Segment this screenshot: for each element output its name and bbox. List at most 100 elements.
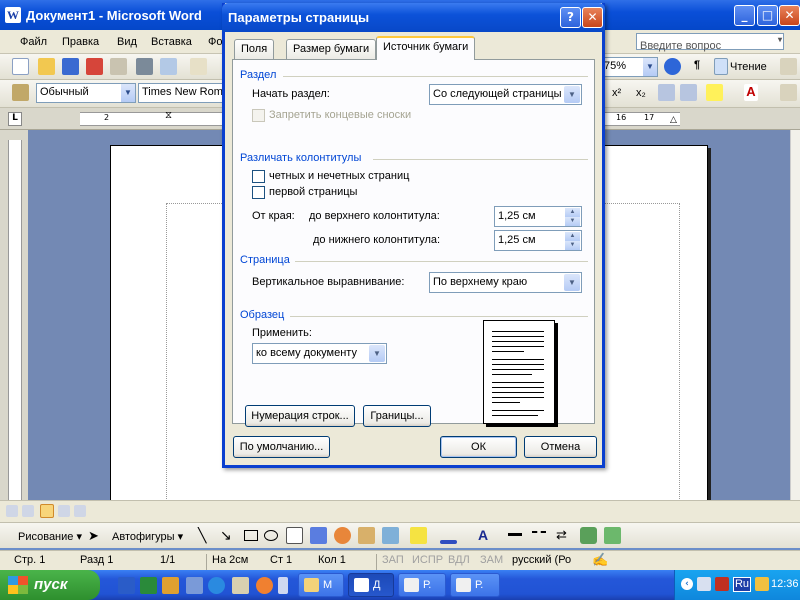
reading-mode-button[interactable]: Чтение xyxy=(730,61,767,73)
save-icon[interactable] xyxy=(62,58,79,75)
status-track[interactable]: ИСПР xyxy=(412,554,443,566)
arrow-style-icon[interactable]: ⇄ xyxy=(556,527,567,543)
tab-layout[interactable]: Источник бумаги xyxy=(376,36,476,60)
style-select[interactable]: Обычный ▼ xyxy=(36,83,136,103)
highlight-icon[interactable] xyxy=(706,84,723,101)
borders-button[interactable]: Границы... xyxy=(363,405,431,427)
spin-up-icon[interactable]: ▲ xyxy=(565,232,580,241)
app-quicklaunch-icon[interactable] xyxy=(162,577,179,594)
indent-marker-icon[interactable]: ⧖ xyxy=(165,110,172,121)
footer-distance-spinner[interactable]: 1,25 см ▲ ▼ xyxy=(494,230,582,251)
cancel-button[interactable]: Отмена xyxy=(524,436,597,458)
permission-icon[interactable] xyxy=(86,58,103,75)
spin-up-icon[interactable]: ▲ xyxy=(565,208,580,217)
web-view-icon[interactable] xyxy=(22,505,34,517)
print-icon[interactable] xyxy=(136,58,153,75)
dash-style-icon[interactable] xyxy=(532,531,546,539)
subscript-icon[interactable]: x₂ xyxy=(636,87,646,99)
line-color-icon[interactable] xyxy=(440,540,457,544)
3d-style-icon[interactable] xyxy=(604,527,621,544)
line-icon[interactable]: ╲ xyxy=(198,527,206,544)
shadow-style-icon[interactable] xyxy=(580,527,597,544)
show-desktop-icon[interactable] xyxy=(232,577,249,594)
start-button[interactable]: пуск xyxy=(0,570,100,600)
status-extend[interactable]: ВДЛ xyxy=(448,554,470,566)
status-record[interactable]: ЗАП xyxy=(382,554,404,566)
select-objects-icon[interactable]: ➤ xyxy=(88,528,99,544)
clipart-icon[interactable] xyxy=(358,527,375,544)
drawing-menu[interactable]: Рисование ▾ xyxy=(18,530,82,543)
line-numbers-button[interactable]: Нумерация строк... xyxy=(245,405,355,427)
odd-even-checkbox[interactable] xyxy=(252,170,265,183)
spin-down-icon[interactable]: ▼ xyxy=(565,217,580,226)
menu-view[interactable]: Вид xyxy=(117,36,137,48)
outline-view-icon[interactable] xyxy=(58,505,70,517)
dialog-title-bar[interactable]: Параметры страницы xyxy=(222,3,605,32)
ok-button[interactable]: ОК xyxy=(440,436,517,458)
network-tray-icon[interactable] xyxy=(697,577,711,591)
right-indent-marker-icon[interactable]: △ xyxy=(670,115,677,125)
tray-expand-icon[interactable]: ‹ xyxy=(681,578,693,590)
spelling-status-icon[interactable]: ✍ xyxy=(592,552,608,568)
superscript-icon[interactable]: x² xyxy=(612,87,621,99)
show-formatting-icon[interactable]: ¶ xyxy=(694,59,700,71)
diagram-icon[interactable] xyxy=(334,527,351,544)
status-overtype[interactable]: ЗАМ xyxy=(480,554,503,566)
help-search-input[interactable]: Введите вопрос ▾ xyxy=(636,33,784,52)
apply-to-select[interactable]: ко всему документу ▼ xyxy=(252,343,387,364)
tab-selector-icon[interactable]: L xyxy=(8,112,22,126)
excel-quicklaunch-icon[interactable] xyxy=(140,577,157,594)
fill-color-icon[interactable] xyxy=(410,527,427,544)
line-style-icon[interactable] xyxy=(508,533,522,536)
help-button[interactable]: ? xyxy=(560,7,581,28)
menu-edit[interactable]: Правка xyxy=(62,36,99,48)
open-folder-icon[interactable] xyxy=(38,58,55,75)
network-quicklaunch-icon[interactable] xyxy=(186,577,203,594)
media-quicklaunch-icon[interactable] xyxy=(256,577,273,594)
close-button[interactable]: ✕ xyxy=(779,5,800,26)
language-indicator[interactable]: Ru xyxy=(733,577,751,592)
print-preview-icon[interactable] xyxy=(160,58,177,75)
toolbar-options-icon[interactable] xyxy=(780,58,797,75)
taskbar-button-r2[interactable]: Р. xyxy=(450,573,500,597)
font-color-icon[interactable]: A xyxy=(744,84,758,101)
help-icon[interactable] xyxy=(664,58,681,75)
volume-tray-icon[interactable] xyxy=(755,577,769,591)
maximize-button[interactable]: □ xyxy=(757,5,778,26)
autoshapes-menu[interactable]: Автофигуры ▾ xyxy=(112,530,183,543)
ie-quicklaunch-icon[interactable] xyxy=(208,577,225,594)
tab-paper[interactable]: Размер бумаги xyxy=(286,39,377,59)
numbering-icon[interactable] xyxy=(658,84,675,101)
email-icon[interactable] xyxy=(110,58,127,75)
textbox-icon[interactable] xyxy=(286,527,303,544)
word-quicklaunch-icon[interactable] xyxy=(118,577,135,594)
wordart-icon[interactable] xyxy=(310,527,327,544)
font-color-icon[interactable]: A xyxy=(478,527,488,543)
new-document-icon[interactable] xyxy=(12,58,29,75)
styles-pane-icon[interactable] xyxy=(12,84,29,101)
spelling-icon[interactable] xyxy=(190,58,207,75)
menu-file[interactable]: Файл xyxy=(20,36,47,48)
normal-view-icon[interactable] xyxy=(6,505,18,517)
vertical-scrollbar[interactable] xyxy=(790,130,800,500)
zoom-select[interactable]: 75% ▼ xyxy=(600,57,658,77)
menu-format[interactable]: Фо xyxy=(208,36,222,48)
vertical-alignment-select[interactable]: По верхнему краю ▼ xyxy=(429,272,582,293)
taskbar-button-folder[interactable]: М xyxy=(298,573,344,597)
toolbar-options-icon[interactable] xyxy=(780,84,797,101)
rectangle-icon[interactable] xyxy=(244,530,258,541)
section-start-select[interactable]: Со следующей страницы ▼ xyxy=(429,84,582,105)
arrow-icon[interactable]: ↘ xyxy=(220,527,232,544)
first-page-checkbox[interactable] xyxy=(252,186,265,199)
font-select[interactable]: Times New Roma xyxy=(138,83,224,103)
spin-down-icon[interactable]: ▼ xyxy=(565,241,580,250)
antivirus-tray-icon[interactable] xyxy=(715,577,729,591)
expand-quicklaunch-icon[interactable] xyxy=(278,577,288,594)
picture-icon[interactable] xyxy=(382,527,399,544)
first-page-label[interactable]: первой страницы xyxy=(269,186,357,198)
bullets-icon[interactable] xyxy=(680,84,697,101)
taskbar-button-word[interactable]: Д xyxy=(348,573,394,597)
tab-margins[interactable]: Поля xyxy=(234,39,275,59)
print-layout-icon[interactable] xyxy=(40,504,54,518)
reading-view-icon[interactable] xyxy=(74,505,86,517)
